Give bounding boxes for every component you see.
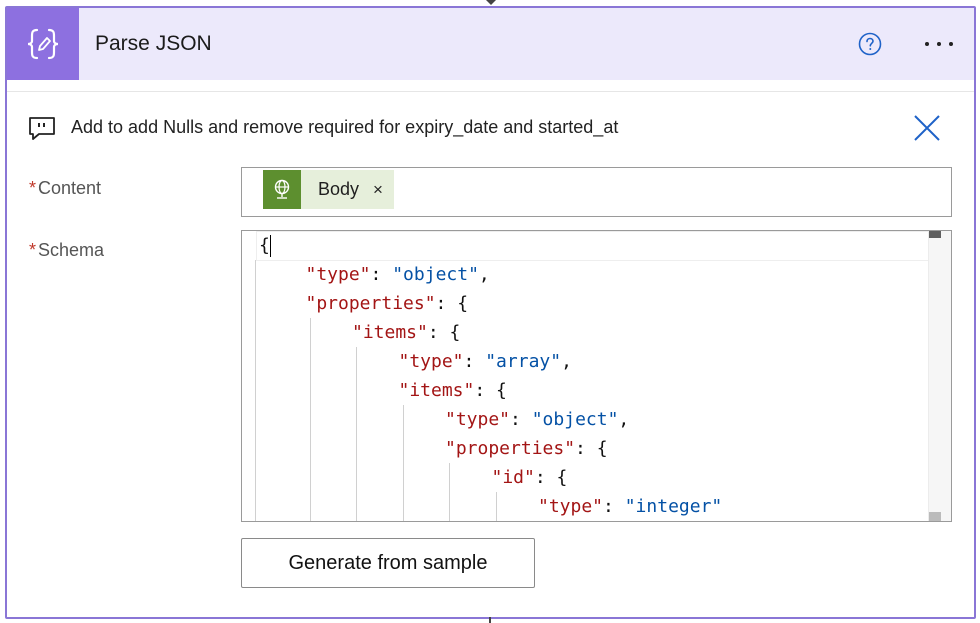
scrollbar-thumb[interactable] xyxy=(929,231,941,238)
json-key: "properties" xyxy=(445,438,576,459)
json-string: "object" xyxy=(392,264,479,285)
json-punct: : xyxy=(370,264,393,285)
code-line: "items": { xyxy=(399,376,507,405)
schema-editor[interactable]: {"type": "object", "properties": {"items"… xyxy=(241,230,952,522)
globe-icon xyxy=(274,179,290,199)
indent-guide xyxy=(309,318,311,521)
indent-guide xyxy=(449,463,450,521)
json-key: "type" xyxy=(398,351,464,372)
required-mark: * xyxy=(29,240,37,260)
json-string: "integer" xyxy=(624,496,723,517)
code-line: "properties": { xyxy=(445,434,608,463)
json-key: "id" xyxy=(491,467,535,488)
schema-label: * Schema xyxy=(29,240,104,261)
curly-braces-pencil-icon xyxy=(27,28,59,60)
json-string: "array" xyxy=(485,351,562,372)
code-line: "type": "object", xyxy=(445,405,629,434)
required-mark: * xyxy=(29,178,37,198)
ellipsis-dot xyxy=(937,42,941,46)
scrollbar-thumb-lower[interactable] xyxy=(929,512,941,521)
code-line: "items": { xyxy=(352,318,460,347)
indent-guide xyxy=(495,492,497,521)
help-circle-icon xyxy=(858,32,882,56)
json-string: "object" xyxy=(531,409,619,430)
json-punct: , xyxy=(561,351,572,372)
code-line: "id": { xyxy=(492,463,568,492)
body-token[interactable]: Body × xyxy=(263,170,394,209)
header-divider xyxy=(7,91,974,92)
json-key: "items" xyxy=(352,322,428,343)
code-line: "type": "integer" xyxy=(538,492,722,521)
code-line: "type": "array", xyxy=(399,347,572,376)
json-key: "type" xyxy=(305,264,371,285)
code-line: "type": "object", xyxy=(306,260,490,289)
schema-label-text: Schema xyxy=(38,240,105,260)
json-key: "type" xyxy=(445,409,511,430)
code-line: "properties": { xyxy=(306,289,469,318)
json-punct: : { xyxy=(534,467,568,488)
json-punct: : xyxy=(510,409,532,430)
token-icon-box xyxy=(263,170,301,209)
json-punct: : { xyxy=(474,380,507,401)
generate-from-sample-button[interactable]: Generate from sample xyxy=(241,538,535,588)
content-label: * Content xyxy=(29,178,101,199)
json-key: "type" xyxy=(538,496,604,517)
json-key: "items" xyxy=(398,380,475,401)
action-title[interactable]: Parse JSON xyxy=(95,32,212,56)
close-comment-button[interactable] xyxy=(912,113,942,143)
more-options-button[interactable] xyxy=(919,34,959,54)
content-input[interactable]: Body × xyxy=(241,167,952,217)
json-punct: : { xyxy=(575,438,608,459)
schema-scrollbar[interactable] xyxy=(928,231,951,521)
json-punct: : { xyxy=(435,293,469,314)
json-punct: { xyxy=(259,235,270,256)
json-punct: : xyxy=(603,496,625,517)
close-icon xyxy=(914,115,940,141)
flow-connector-bottom xyxy=(489,617,491,623)
content-label-text: Content xyxy=(38,178,102,198)
token-remove-button[interactable]: × xyxy=(373,180,383,200)
json-punct: , xyxy=(478,264,490,285)
text-caret xyxy=(270,235,271,257)
ellipsis-icon xyxy=(925,42,929,46)
parse-json-action-card: Parse JSON Add to add Nulls and remove r… xyxy=(5,6,976,619)
indent-guide xyxy=(255,260,256,521)
comment-icon xyxy=(29,117,55,140)
comment-text: Add to add Nulls and remove required for… xyxy=(71,117,619,137)
action-icon-box xyxy=(7,8,79,80)
indent-guide xyxy=(402,405,404,521)
ellipsis-dot xyxy=(949,42,953,46)
json-punct: : { xyxy=(427,322,461,343)
action-header[interactable]: Parse JSON xyxy=(7,8,974,80)
code-line: { xyxy=(259,231,270,260)
indent-guide xyxy=(356,347,357,521)
json-key: "properties" xyxy=(305,293,436,314)
json-punct: , xyxy=(618,409,630,430)
help-button[interactable] xyxy=(858,32,882,56)
current-line-highlight xyxy=(256,231,930,261)
flow-connector-top xyxy=(486,0,496,5)
schema-code-area[interactable]: {"type": "object", "properties": {"items"… xyxy=(242,231,930,521)
json-punct: : xyxy=(463,351,486,372)
token-label: Body xyxy=(318,179,360,199)
